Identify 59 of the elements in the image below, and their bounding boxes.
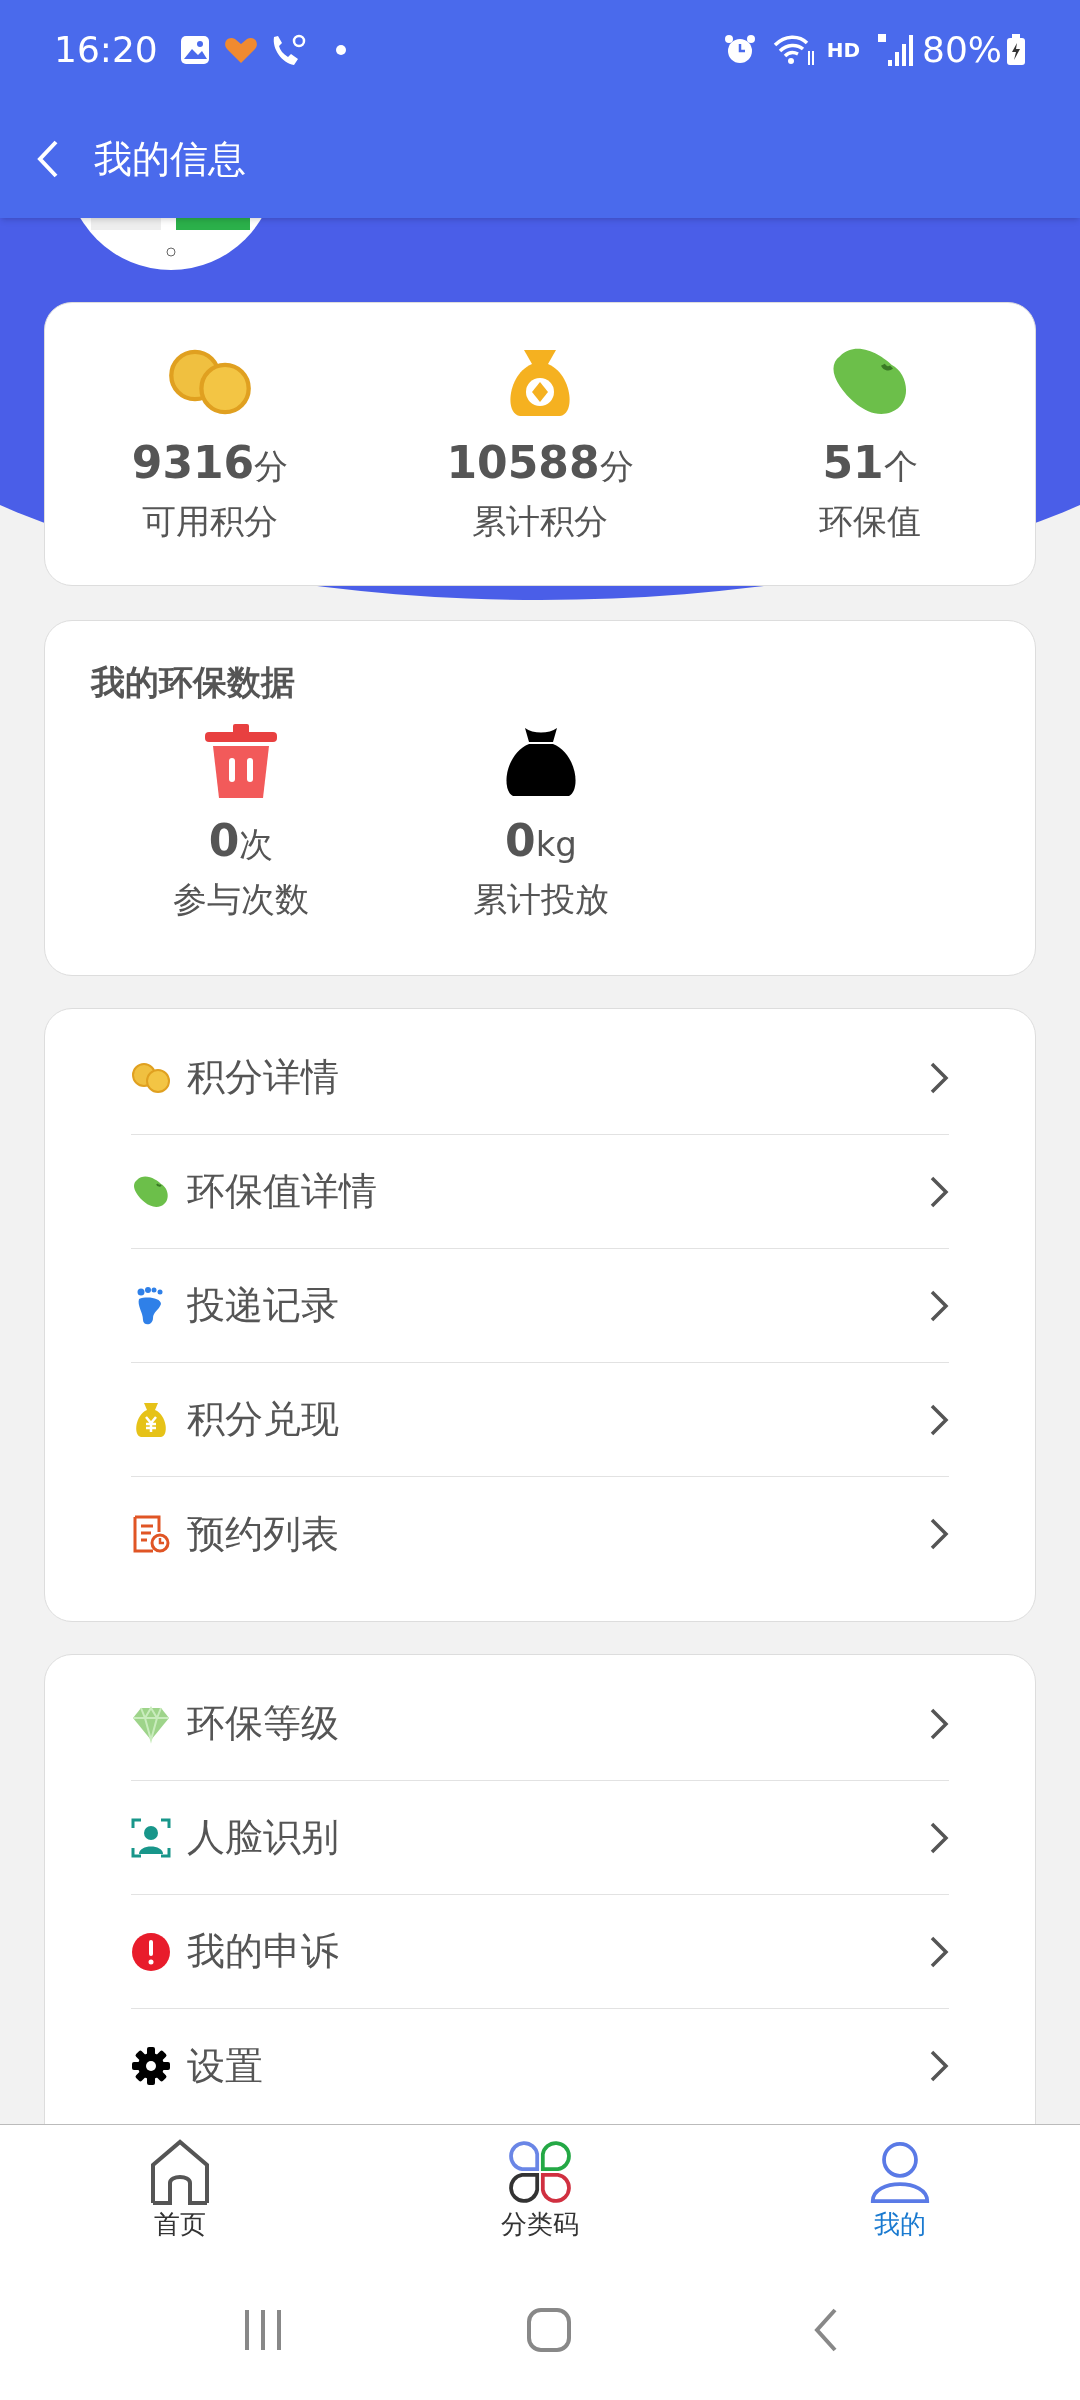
chevron-right-icon: [929, 1517, 949, 1551]
section-title: 我的环保数据: [91, 662, 295, 702]
stat-value: 0次: [208, 814, 274, 868]
stat-value: 9316分: [131, 435, 289, 490]
chevron-right-icon: [929, 1934, 949, 1969]
menu-label: 我的申诉: [187, 1928, 340, 1975]
battery-percent: 80%: [922, 28, 1002, 72]
home-icon: [149, 2139, 211, 2205]
nav-tab[interactable]: 首页: [0, 2125, 360, 2260]
page-title: 我的信息: [94, 135, 246, 183]
schedule-list-icon: [131, 1514, 171, 1554]
menu-label: 环保等级: [187, 1700, 340, 1747]
chevron-right-icon: [929, 2049, 949, 2083]
heart-icon: [223, 35, 258, 65]
stat-value: 10588分: [446, 435, 634, 490]
chevron-right-icon: [929, 1060, 949, 1095]
chevron-right-icon: [929, 1706, 949, 1741]
chevron-right-icon: [929, 1288, 949, 1323]
network-label: HD: [826, 37, 860, 64]
menu-item[interactable]: 积分兑现: [131, 1363, 949, 1477]
menu-label: 人脸识别: [187, 1814, 340, 1861]
status-time: 16:20: [54, 28, 158, 72]
chevron-right-icon: [929, 1402, 949, 1437]
menu-item[interactable]: 积分详情: [131, 1021, 949, 1135]
menu-label: 设置: [187, 2042, 264, 2090]
menu-label: 积分详情: [187, 1054, 340, 1101]
stat-label: 可用积分: [142, 499, 278, 543]
wifi-icon: [772, 33, 817, 67]
menu-item[interactable]: 我的申诉: [131, 1895, 949, 2009]
menu-label: 积分兑现: [187, 1396, 340, 1443]
alert-icon: [131, 1931, 171, 1972]
clover-icon: [509, 2139, 571, 2205]
menu-item[interactable]: 人脸识别: [131, 1781, 949, 1895]
battery-icon: [1006, 34, 1026, 66]
stat-value: 51个: [822, 435, 918, 490]
chevron-right-icon: [929, 1820, 949, 1855]
menu-label: 预约列表: [187, 1510, 340, 1558]
home-button-icon[interactable]: [526, 2307, 572, 2353]
nav-tab[interactable]: 分类码: [360, 2125, 720, 2260]
stat-label: 累计积分: [472, 499, 608, 543]
menu-item[interactable]: 预约列表: [131, 1477, 949, 1591]
face-scan-icon: [131, 1817, 171, 1858]
menu-item[interactable]: 环保等级: [131, 1667, 949, 1781]
stat-label: 参与次数: [173, 878, 309, 921]
settings-icon: [131, 2046, 171, 2086]
stat-label: 环保值: [819, 499, 921, 543]
person-icon: [869, 2139, 931, 2205]
chevron-right-icon: [929, 1174, 949, 1209]
menu-item[interactable]: 设置: [131, 2009, 949, 2123]
menu-item[interactable]: 投递记录: [131, 1249, 949, 1363]
back-icon[interactable]: [36, 139, 60, 179]
stat-value: 0kg: [505, 814, 577, 868]
image-icon: [179, 35, 210, 65]
menu-label: 投递记录: [187, 1282, 340, 1329]
menu-item[interactable]: 环保值详情: [131, 1135, 949, 1249]
stat-label: 累计投放: [473, 878, 609, 921]
menu-label: 环保值详情: [187, 1168, 378, 1215]
signal-icon: [876, 32, 916, 68]
nav-tab[interactable]: 我的: [720, 2125, 1080, 2260]
